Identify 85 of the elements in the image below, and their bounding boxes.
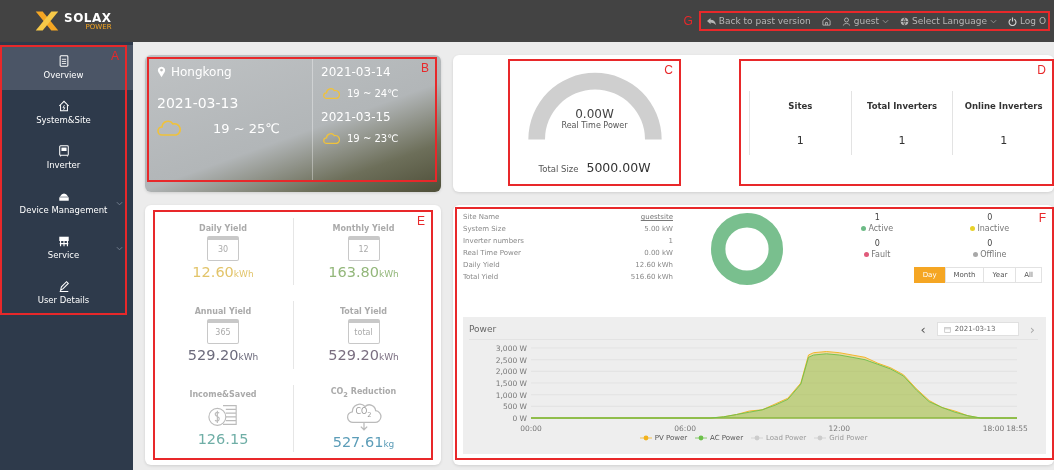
annotation-label: E (417, 214, 425, 228)
temperature-range: 19 ~ 23℃ (347, 133, 399, 144)
status-donut-drawing (711, 213, 783, 285)
location-name: Hongkong (171, 65, 232, 79)
calendar-number: 12 (358, 245, 369, 255)
status-label: Inactive (977, 224, 1010, 233)
x-logo-icon (34, 9, 60, 33)
yield-label: Total Yield (339, 307, 388, 316)
stat-label: Sites (788, 100, 813, 111)
house-icon (57, 100, 70, 112)
yield-label: CO$_{2}$ Reduction (330, 386, 397, 399)
calendar-number: 365 (215, 328, 231, 338)
cloud-icon (157, 119, 181, 137)
calendar-icon (943, 325, 951, 333)
nav-item[interactable]: Device Management (0, 180, 127, 225)
globe-icon (899, 16, 909, 26)
nav-item[interactable]: User Details (0, 270, 127, 315)
service-icon (57, 235, 70, 247)
user-icon (841, 16, 851, 26)
user-link[interactable]: guest (841, 16, 889, 26)
nav-item[interactable]: Service (0, 225, 127, 270)
location-pin-icon (157, 66, 166, 78)
pen-icon (57, 280, 70, 292)
annotation-label: A (111, 49, 119, 63)
stat-value: 1 (898, 133, 906, 147)
status-count: 1 (874, 213, 880, 222)
back-arrow-icon (706, 16, 716, 26)
building-icon (821, 16, 831, 26)
annotation-label: D (1037, 63, 1046, 77)
icon-label: CO$_{2}$ (355, 407, 372, 418)
language-link[interactable]: Select Language (899, 16, 997, 26)
yield-label: Annual Yield (194, 307, 252, 316)
yield-value: 126.15 (197, 430, 249, 447)
chevron-down-icon (989, 18, 997, 24)
previous-day-button[interactable]: ‹ (917, 322, 929, 336)
annotation-label: B (421, 61, 429, 75)
yield-label: Daily Yield (199, 223, 247, 233)
status-label: Active (868, 224, 894, 233)
power-icon (1007, 16, 1017, 26)
calendar-number: total (354, 328, 373, 338)
total-size-value: 5000.00W (586, 160, 651, 175)
chevron-down-icon (116, 246, 123, 251)
temperature-range: 19 ~ 25℃ (213, 120, 280, 136)
status-count: 0 (987, 239, 993, 248)
status-label: Fault (871, 250, 891, 259)
cloud-icon (323, 132, 340, 145)
home-link[interactable] (821, 16, 831, 26)
temperature-range: 19 ~ 24℃ (347, 88, 399, 99)
annotation-label: C (664, 63, 673, 77)
status-count: 0 (987, 213, 993, 222)
inverter-icon (57, 145, 70, 157)
status-label: Offline (980, 250, 1007, 259)
stat-value: 1 (1000, 133, 1008, 147)
chevron-down-icon (116, 201, 123, 206)
weather-date: 2021-03-13 (157, 95, 240, 111)
logout-link[interactable]: Log O (1007, 16, 1046, 26)
yield-value: 527.61 kg (332, 434, 395, 451)
legend-marker-icon (814, 435, 827, 441)
total-size-label: Total Size (538, 164, 579, 174)
yield-label: Monthly Yield (332, 223, 395, 233)
weather-date: 2021-03-14 (321, 65, 391, 79)
logo-text: SOLAX (64, 11, 112, 24)
status-count: 0 (874, 239, 880, 248)
legend-marker-icon (751, 435, 764, 441)
calendar-number: 30 (217, 245, 229, 255)
stat-value: 1 (796, 133, 804, 147)
back-link[interactable]: Back to past version (706, 16, 811, 26)
weather-date: 2021-03-15 (321, 110, 391, 124)
annotation-label: F (1038, 211, 1046, 225)
power-label: Real Time Power (561, 121, 628, 130)
nav-item[interactable]: System&Site (0, 90, 127, 135)
stat-label: Online Inverters (964, 100, 1043, 111)
yield-value: 529.20kWh (328, 347, 399, 363)
yield-value: 529.20kWh (187, 347, 259, 363)
annotation-label: G (683, 14, 693, 28)
document-icon (57, 55, 70, 67)
cloud-icon (323, 87, 340, 100)
yield-value: 12.60kWh (192, 263, 254, 280)
chart-title: Power (469, 324, 497, 334)
power-value: 0.00W (575, 107, 614, 121)
chevron-down-icon (881, 18, 889, 24)
yield-value: 163.80kWh (328, 263, 399, 280)
yield-label: Income&Saved (189, 389, 257, 399)
stat-label: Total Inverters (867, 100, 937, 111)
nav-item[interactable]: Inverter (0, 135, 127, 180)
